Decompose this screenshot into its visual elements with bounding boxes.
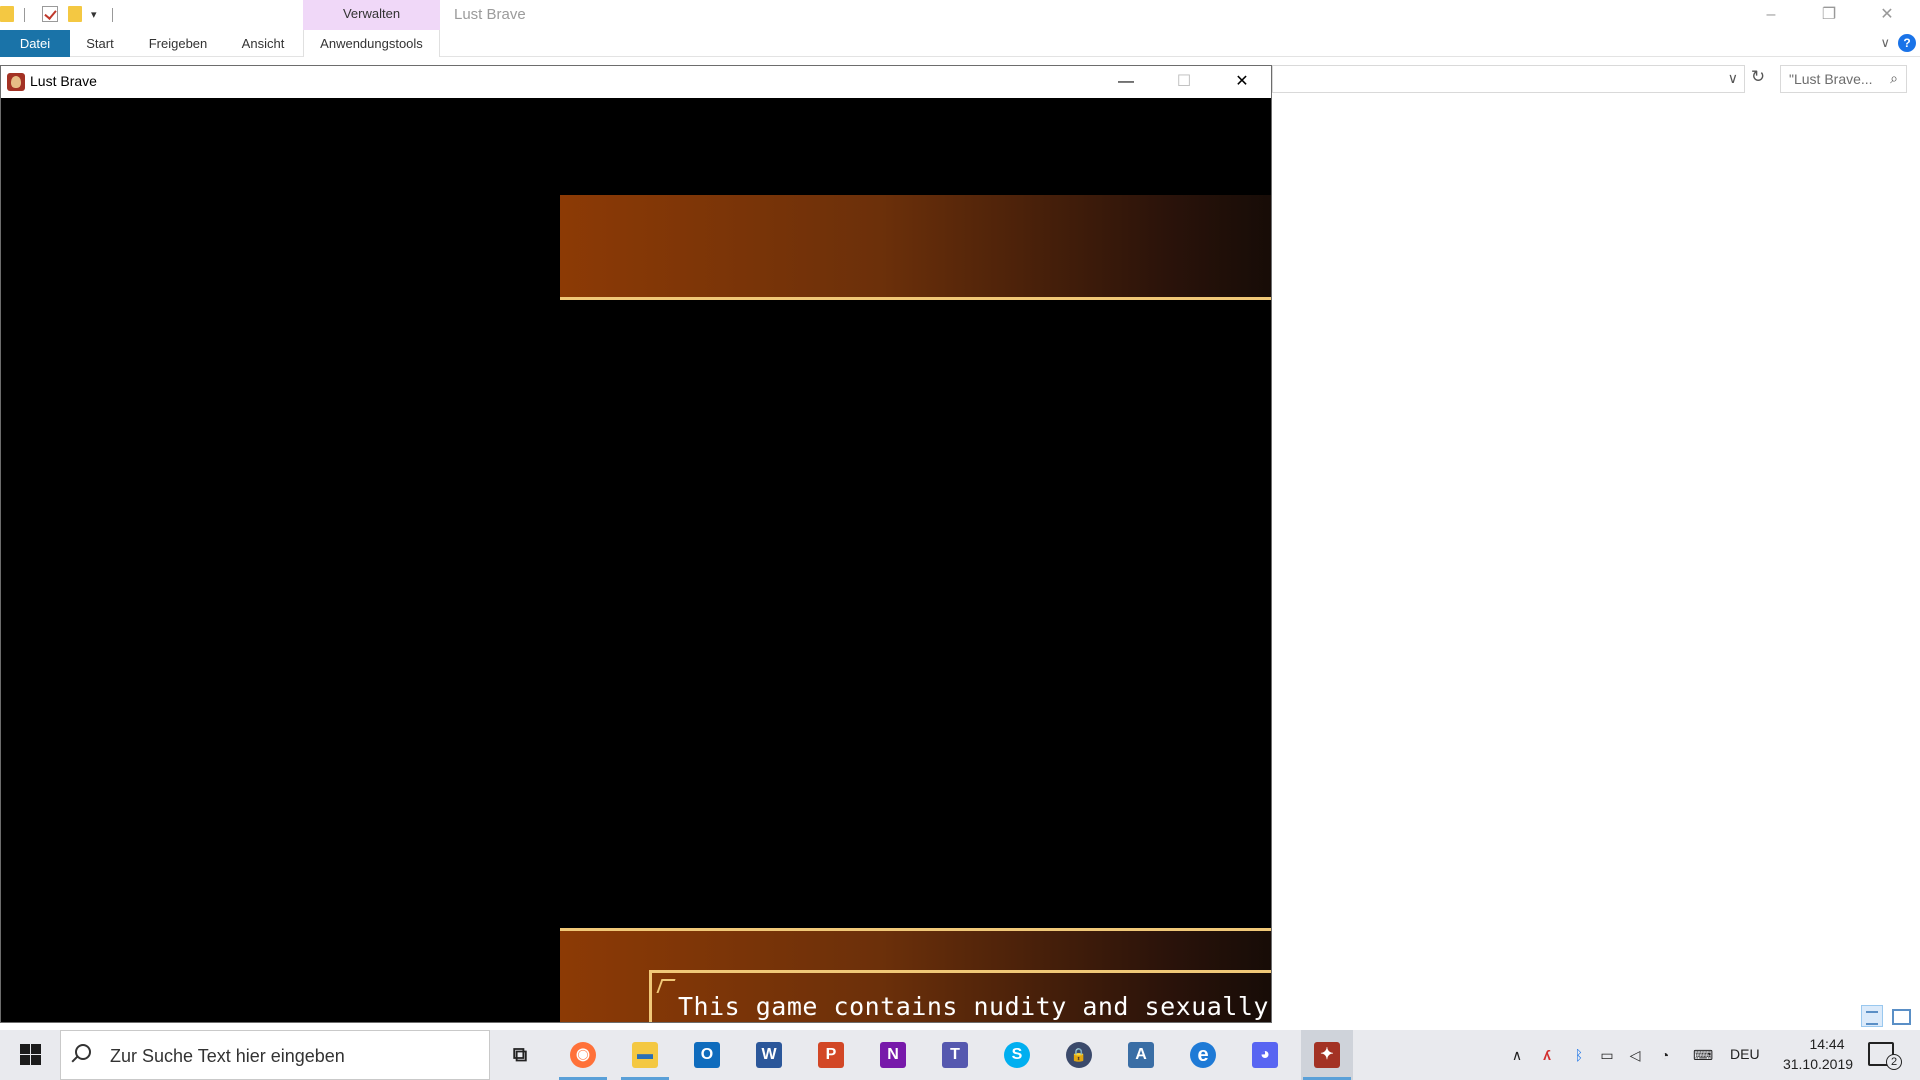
taskbar: Zur Suche Text hier eingeben ⧉ ◉ ▬ O W P…	[0, 1030, 1920, 1080]
edge-icon: e	[1190, 1042, 1216, 1068]
address-history-chevron-icon[interactable]: ∨	[1728, 70, 1738, 87]
taskbar-search-box[interactable]: Zur Suche Text hier eingeben	[60, 1030, 490, 1080]
qat-separator	[24, 8, 25, 22]
skype-icon: S	[1004, 1042, 1030, 1068]
taskbar-search-placeholder: Zur Suche Text hier eingeben	[110, 1046, 345, 1066]
qat-customize-dropdown[interactable]: ▾	[91, 8, 97, 21]
search-icon	[75, 1044, 91, 1060]
show-hidden-icons-chevron-icon[interactable]: ∧	[1508, 1046, 1526, 1064]
taskbar-app-word[interactable]: W	[743, 1030, 795, 1080]
taskbar-app-teams[interactable]: T	[929, 1030, 981, 1080]
address-bar[interactable]: ∨	[1272, 65, 1745, 93]
title-banner	[560, 195, 1271, 300]
notification-count-badge: 2	[1886, 1054, 1902, 1070]
tab-anwendungstools[interactable]: Anwendungstools	[313, 30, 430, 57]
taskbar-app-keepass[interactable]: 🔒	[1053, 1030, 1105, 1080]
new-folder-icon[interactable]	[68, 6, 82, 22]
input-language-indicator[interactable]: DEU	[1730, 1046, 1760, 1062]
game-minimize-button[interactable]: —	[1097, 66, 1155, 98]
windows-logo-icon	[31, 1044, 41, 1054]
ribbon-expand-chevron-icon[interactable]: ∨	[1880, 35, 1890, 51]
battery-icon[interactable]: ▭	[1598, 1046, 1616, 1064]
ribbon-tab-bar: Datei Start Freigeben Ansicht Anwendungs…	[0, 30, 1920, 57]
start-button[interactable]	[0, 1030, 60, 1080]
game-title-bar[interactable]: Lust Brave — ☐ ✕	[1, 66, 1271, 98]
clock-time[interactable]: 14:44	[1792, 1036, 1862, 1052]
task-view-icon: ⧉	[512, 1044, 528, 1066]
lust-brave-icon: ✦	[1314, 1042, 1340, 1068]
details-view-icon[interactable]	[1861, 1005, 1883, 1027]
taskbar-app-onenote[interactable]: N	[867, 1030, 919, 1080]
explorer-restore-button[interactable]: ❐	[1814, 4, 1844, 26]
tab-start[interactable]: Start	[82, 30, 118, 57]
onenote-icon: N	[880, 1042, 906, 1068]
large-icons-view-icon[interactable]	[1890, 1006, 1911, 1025]
qat-separator	[112, 8, 113, 22]
taskbar-app-outlook[interactable]: O	[681, 1030, 733, 1080]
game-canvas[interactable]: This game contains nudity and sexually-e…	[1, 98, 1271, 1022]
task-view-button[interactable]: ⧉	[494, 1030, 546, 1080]
explorer-window-title: Lust Brave	[454, 6, 526, 23]
tab-freigeben[interactable]: Freigeben	[144, 30, 212, 57]
taskbar-app-edge[interactable]: e	[1177, 1030, 1229, 1080]
explorer-minimize-button[interactable]: –	[1756, 4, 1786, 26]
folder-icon[interactable]	[0, 6, 14, 22]
game-window: Lust Brave — ☐ ✕ This game contains nudi…	[0, 65, 1272, 1023]
taskbar-app-discord[interactable]: ◕	[1239, 1030, 1291, 1080]
word-icon: W	[756, 1042, 782, 1068]
search-icon[interactable]: ⌕	[1890, 70, 1898, 87]
clock-date[interactable]: 31.10.2019	[1776, 1056, 1860, 1072]
tab-datei[interactable]: Datei	[0, 30, 70, 57]
font-app-icon: A	[1128, 1042, 1154, 1068]
volume-icon[interactable]: ◁	[1626, 1046, 1644, 1064]
powerpoint-icon: P	[818, 1042, 844, 1068]
teams-icon: T	[942, 1042, 968, 1068]
tab-ansicht[interactable]: Ansicht	[237, 30, 289, 57]
keyboard-icon[interactable]: ⌨	[1688, 1046, 1718, 1064]
taskbar-app-file-explorer[interactable]: ▬	[619, 1030, 671, 1080]
windows-logo-icon	[20, 1055, 30, 1065]
refresh-icon[interactable]: ↻	[1747, 67, 1769, 91]
acrobat-tray-icon[interactable]: ʎ	[1538, 1046, 1556, 1064]
explorer-search-input[interactable]: "Lust Brave... ⌕	[1780, 65, 1907, 93]
explorer-close-button[interactable]: ✕	[1872, 4, 1902, 26]
help-icon[interactable]: ?	[1898, 34, 1916, 52]
outlook-icon: O	[694, 1042, 720, 1068]
game-maximize-button: ☐	[1176, 73, 1192, 90]
lock-icon: 🔒	[1066, 1042, 1092, 1068]
wifi-icon[interactable]: ◔	[1656, 1046, 1674, 1064]
game-close-button[interactable]: ✕	[1213, 66, 1271, 98]
taskbar-app-lust-brave[interactable]: ✦	[1301, 1030, 1353, 1080]
explorer-search-placeholder: "Lust Brave...	[1789, 71, 1873, 87]
taskbar-app-font-tool[interactable]: A	[1115, 1030, 1167, 1080]
lust-brave-app-icon	[7, 73, 25, 91]
game-window-title: Lust Brave	[30, 73, 97, 89]
firefox-icon: ◉	[570, 1042, 596, 1068]
properties-check-icon[interactable]	[42, 6, 58, 22]
windows-logo-icon	[31, 1055, 41, 1065]
bluetooth-icon[interactable]: ᛒ	[1570, 1046, 1588, 1064]
discord-icon: ◕	[1252, 1042, 1278, 1068]
windows-logo-icon	[20, 1044, 30, 1054]
content-warning-text: This game contains nudity and sexually-e…	[678, 992, 1271, 1021]
taskbar-app-skype[interactable]: S	[991, 1030, 1043, 1080]
explorer-title-bar: ▾ Verwalten Lust Brave – ❐ ✕	[0, 0, 1920, 30]
taskbar-app-firefox[interactable]: ◉	[557, 1030, 609, 1080]
taskbar-app-powerpoint[interactable]: P	[805, 1030, 857, 1080]
file-explorer-icon: ▬	[632, 1042, 658, 1068]
contextual-tab-group-verwalten: Verwalten	[303, 0, 440, 30]
